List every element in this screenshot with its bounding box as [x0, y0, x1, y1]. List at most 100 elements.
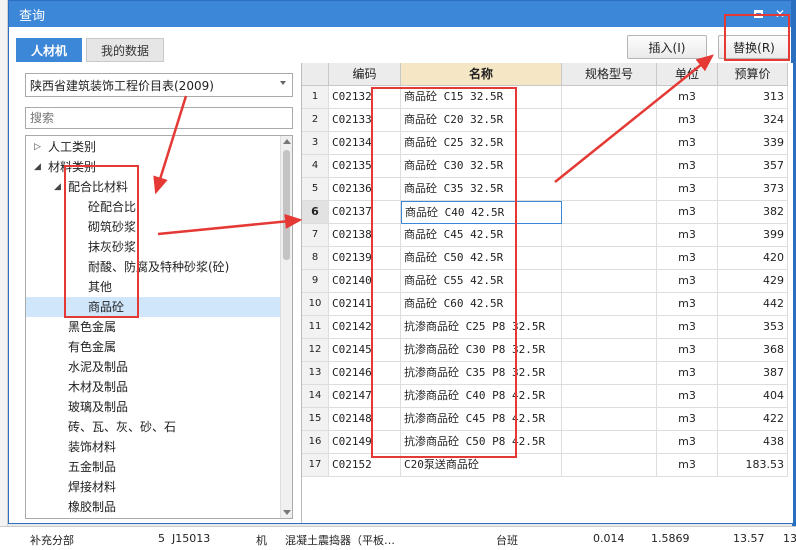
- cell-spec[interactable]: [562, 224, 657, 247]
- cell-name[interactable]: 抗渗商品砼 C45 P8 42.5R: [401, 408, 562, 431]
- cell-code[interactable]: C02139: [329, 247, 401, 270]
- scroll-up-icon[interactable]: [283, 139, 291, 144]
- replace-button[interactable]: 替换(R): [718, 35, 790, 59]
- tab-my-data[interactable]: 我的数据: [86, 38, 165, 62]
- table-row[interactable]: 13 C02146 抗渗商品砼 C35 P8 32.5R m3 387: [302, 362, 788, 385]
- tree-item[interactable]: 装饰材料: [26, 437, 280, 457]
- table-row[interactable]: 8 C02139 商品砼 C50 42.5R m3 420: [302, 247, 788, 270]
- maximize-button[interactable]: [747, 3, 769, 25]
- cell-price[interactable]: 339: [718, 132, 788, 155]
- cell-unit[interactable]: m3: [657, 270, 718, 293]
- collapse-icon[interactable]: ◢: [34, 157, 44, 177]
- table-row[interactable]: 7 C02138 商品砼 C45 42.5R m3 399: [302, 224, 788, 247]
- column-header-spec[interactable]: 规格型号: [562, 63, 657, 86]
- cell-name[interactable]: C20泵送商品砼: [401, 454, 562, 477]
- tree-item[interactable]: 抹灰砂浆: [26, 237, 280, 257]
- expand-icon[interactable]: ▷: [34, 137, 44, 157]
- tree-item[interactable]: 焊接材料: [26, 477, 280, 497]
- cell-name[interactable]: 商品砼 C35 32.5R: [401, 178, 562, 201]
- cell-code[interactable]: C02142: [329, 316, 401, 339]
- price-table-select[interactable]: 陕西省建筑装饰工程价目表(2009): [25, 73, 293, 97]
- scroll-down-icon[interactable]: [283, 510, 291, 515]
- cell-unit[interactable]: m3: [657, 339, 718, 362]
- cell-code[interactable]: C02134: [329, 132, 401, 155]
- cell-price[interactable]: 387: [718, 362, 788, 385]
- tree-item[interactable]: 木材及制品: [26, 377, 280, 397]
- table-row[interactable]: 10 C02141 商品砼 C60 42.5R m3 442: [302, 293, 788, 316]
- cell-spec[interactable]: [562, 270, 657, 293]
- cell-unit[interactable]: m3: [657, 155, 718, 178]
- column-header-code[interactable]: 编码: [329, 63, 401, 86]
- tree-item[interactable]: 水泥及制品: [26, 357, 280, 377]
- table-row[interactable]: 9 C02140 商品砼 C55 42.5R m3 429: [302, 270, 788, 293]
- tree-item[interactable]: 橡胶制品: [26, 497, 280, 517]
- table-row[interactable]: 3 C02134 商品砼 C25 32.5R m3 339: [302, 132, 788, 155]
- table-row[interactable]: 17 C02152 C20泵送商品砼 m3 183.53: [302, 454, 788, 477]
- cell-name[interactable]: 抗渗商品砼 C50 P8 42.5R: [401, 431, 562, 454]
- cell-code[interactable]: C02147: [329, 385, 401, 408]
- tree-scrollbar[interactable]: [280, 136, 292, 518]
- cell-name[interactable]: 商品砼 C15 32.5R: [401, 86, 562, 109]
- tree-item[interactable]: 砖、瓦、灰、砂、石: [26, 417, 280, 437]
- cell-spec[interactable]: [562, 178, 657, 201]
- tree-item[interactable]: 商品砼: [26, 297, 280, 317]
- cell-code[interactable]: C02149: [329, 431, 401, 454]
- scroll-thumb[interactable]: [283, 150, 290, 260]
- cell-name[interactable]: 抗渗商品砼 C30 P8 32.5R: [401, 339, 562, 362]
- cell-code[interactable]: C02138: [329, 224, 401, 247]
- tree-item[interactable]: 玻璃及制品: [26, 397, 280, 417]
- tree-item[interactable]: 黑色金属: [26, 317, 280, 337]
- cell-spec[interactable]: [562, 408, 657, 431]
- table-row[interactable]: 4 C02135 商品砼 C30 32.5R m3 357: [302, 155, 788, 178]
- column-header-name[interactable]: 名称: [401, 63, 562, 86]
- tree-item[interactable]: 砼配合比: [26, 197, 280, 217]
- cell-spec[interactable]: [562, 316, 657, 339]
- cell-price[interactable]: 422: [718, 408, 788, 431]
- cell-spec[interactable]: [562, 86, 657, 109]
- cell-spec[interactable]: [562, 362, 657, 385]
- cell-spec[interactable]: [562, 293, 657, 316]
- cell-spec[interactable]: [562, 339, 657, 362]
- tab-materials[interactable]: 人材机: [16, 38, 83, 62]
- column-header-unit[interactable]: 单位: [657, 63, 718, 86]
- cell-name[interactable]: 商品砼 C25 32.5R: [401, 132, 562, 155]
- category-search-input[interactable]: [25, 107, 293, 129]
- cell-name[interactable]: 抗渗商品砼 C25 P8 32.5R: [401, 316, 562, 339]
- cell-name[interactable]: 抗渗商品砼 C35 P8 32.5R: [401, 362, 562, 385]
- tree-item[interactable]: 其他: [26, 277, 280, 297]
- cell-code[interactable]: C02132: [329, 86, 401, 109]
- cell-unit[interactable]: m3: [657, 316, 718, 339]
- cell-code[interactable]: C02140: [329, 270, 401, 293]
- cell-spec[interactable]: [562, 385, 657, 408]
- cell-unit[interactable]: m3: [657, 454, 718, 477]
- table-row[interactable]: 2 C02133 商品砼 C20 32.5R m3 324: [302, 109, 788, 132]
- cell-price[interactable]: 324: [718, 109, 788, 132]
- cell-code[interactable]: C02136: [329, 178, 401, 201]
- cell-code[interactable]: C02133: [329, 109, 401, 132]
- cell-price[interactable]: 373: [718, 178, 788, 201]
- table-row[interactable]: 14 C02147 抗渗商品砼 C40 P8 42.5R m3 404: [302, 385, 788, 408]
- cell-unit[interactable]: m3: [657, 431, 718, 454]
- cell-name[interactable]: 抗渗商品砼 C40 P8 42.5R: [401, 385, 562, 408]
- cell-code[interactable]: C02146: [329, 362, 401, 385]
- table-row[interactable]: 6 C02137 商品砼 C40 42.5R m3 382: [302, 201, 788, 224]
- cell-price[interactable]: 429: [718, 270, 788, 293]
- cell-unit[interactable]: m3: [657, 408, 718, 431]
- cell-name[interactable]: 商品砼 C20 32.5R: [401, 109, 562, 132]
- cell-name[interactable]: 商品砼 C60 42.5R: [401, 293, 562, 316]
- cell-spec[interactable]: [562, 132, 657, 155]
- close-button[interactable]: ✕: [769, 3, 791, 25]
- cell-unit[interactable]: m3: [657, 201, 718, 224]
- column-header-price[interactable]: 预算价: [718, 63, 788, 86]
- cell-price[interactable]: 420: [718, 247, 788, 270]
- cell-spec[interactable]: [562, 247, 657, 270]
- cell-spec[interactable]: [562, 431, 657, 454]
- cell-price[interactable]: 313: [718, 86, 788, 109]
- cell-price[interactable]: 353: [718, 316, 788, 339]
- tree-item[interactable]: ◢ 材料类别: [26, 157, 280, 177]
- cell-spec[interactable]: [562, 201, 657, 224]
- cell-name[interactable]: 商品砼 C40 42.5R: [401, 201, 562, 224]
- tree-item[interactable]: ▷ 人工类别: [26, 137, 280, 157]
- cell-unit[interactable]: m3: [657, 224, 718, 247]
- cell-price[interactable]: 382: [718, 201, 788, 224]
